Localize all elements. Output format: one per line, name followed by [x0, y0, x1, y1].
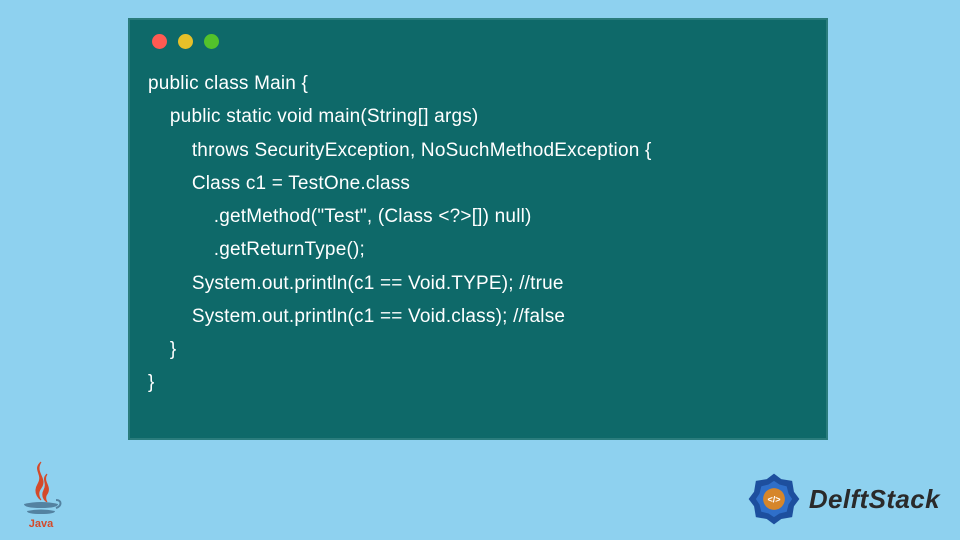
code-line: } [148, 339, 176, 360]
svg-text:</>: </> [767, 495, 780, 505]
code-block: public class Main { public static void m… [148, 67, 808, 400]
code-line: } [148, 372, 155, 393]
code-line: .getReturnType(); [148, 239, 365, 260]
delftstack-emblem-icon: </> [745, 470, 803, 528]
code-line: throws SecurityException, NoSuchMethodEx… [148, 140, 652, 161]
java-logo-icon: Java [14, 460, 68, 530]
code-line: public static void main(String[] args) [148, 106, 478, 127]
code-line: Class c1 = TestOne.class [148, 173, 410, 194]
maximize-dot-icon [204, 34, 219, 49]
delftstack-text: DelftStack [809, 484, 940, 515]
delftstack-logo: </> DelftStack [745, 470, 940, 528]
minimize-dot-icon [178, 34, 193, 49]
code-line: System.out.println(c1 == Void.TYPE); //t… [148, 273, 564, 294]
code-line: System.out.println(c1 == Void.class); //… [148, 306, 565, 327]
svg-text:Java: Java [29, 518, 54, 530]
code-line: public class Main { [148, 73, 308, 94]
code-line: .getMethod("Test", (Class <?>[]) null) [148, 206, 532, 227]
window-dots [148, 34, 808, 49]
code-panel: public class Main { public static void m… [128, 18, 828, 440]
close-dot-icon [152, 34, 167, 49]
